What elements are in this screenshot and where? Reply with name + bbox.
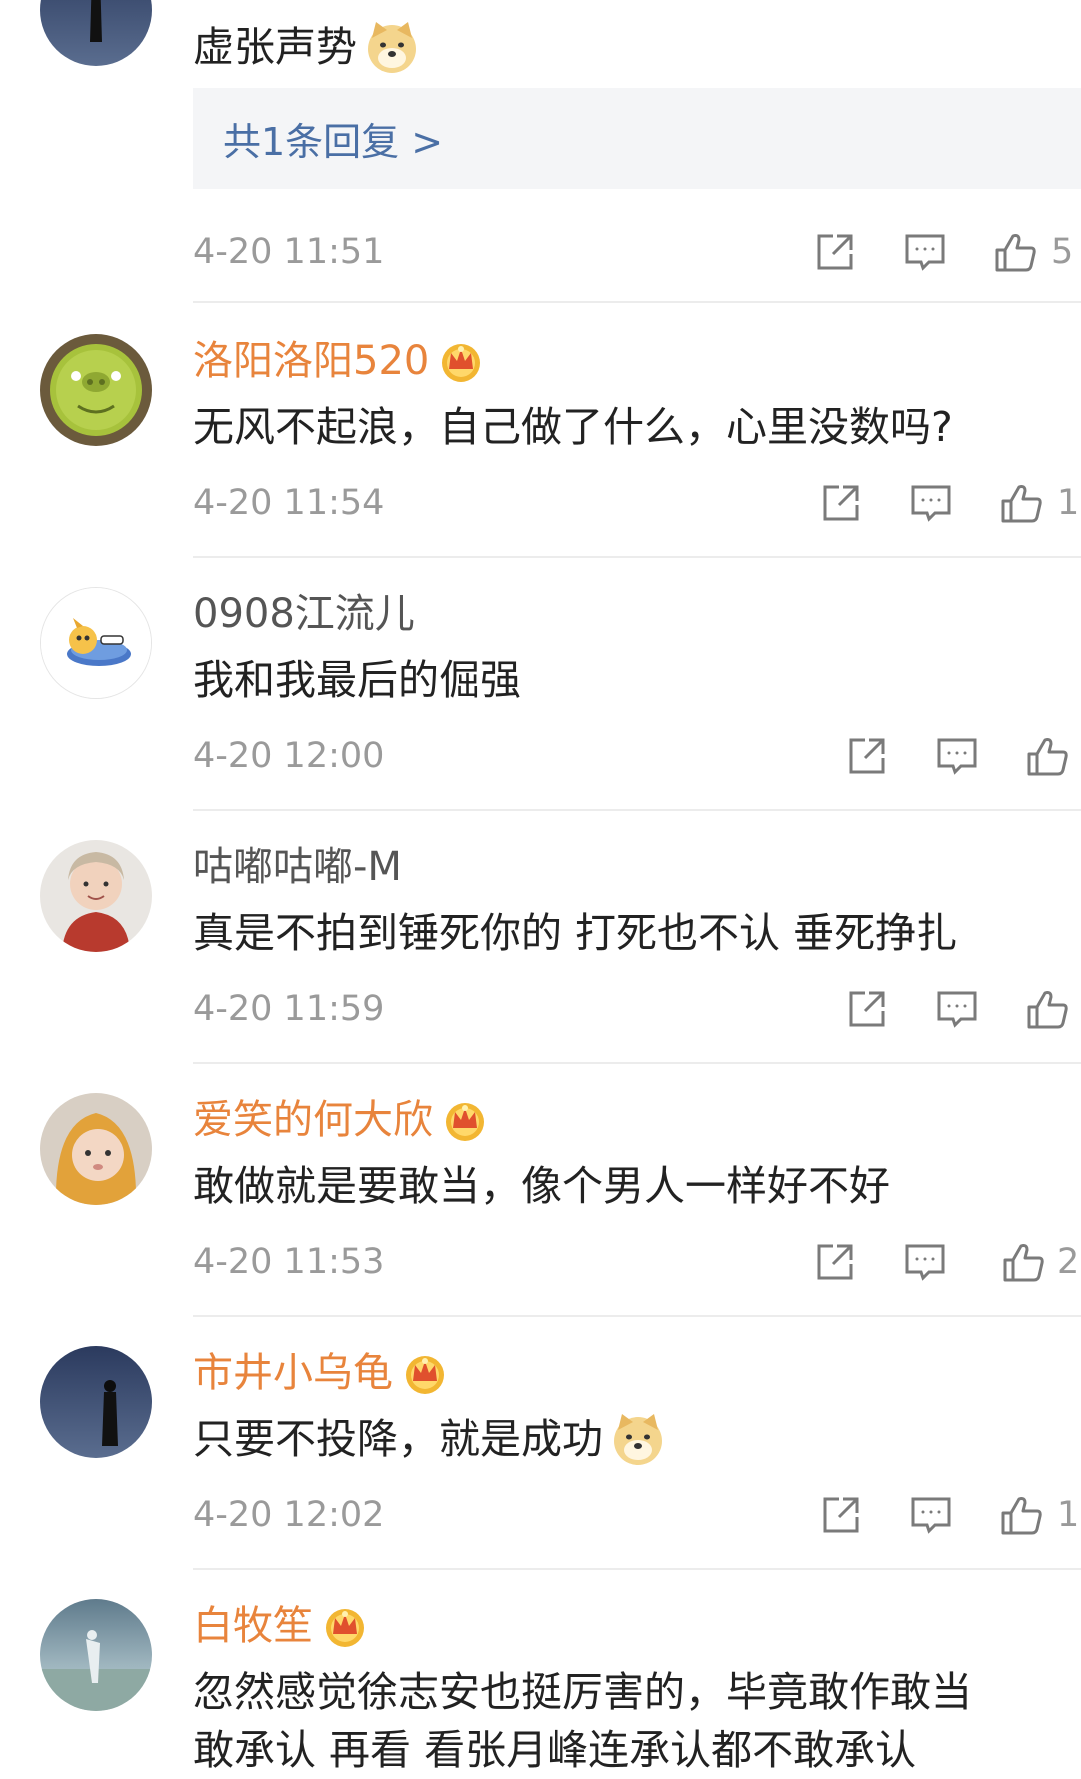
doge-emoji [363, 18, 421, 76]
comment-text: 忽然感觉徐志安也挺厉害的，毕竟敢作敢当 [193, 1663, 972, 1721]
comment-time: 4-20 11:51 [193, 232, 385, 272]
divider [193, 1062, 1081, 1064]
comment-header: 爱笑的何大欣 [193, 1092, 487, 1148]
comment-time: 4-20 12:02 [193, 1495, 385, 1535]
comment-text: 敢做就是要敢当，像个男人一样好不好 [193, 1157, 890, 1215]
comment-icon[interactable] [909, 481, 953, 525]
comment-text-content: 无风不起浪，自己做了什么，心里没数吗? [193, 403, 953, 451]
comment-text-content: 我和我最后的倔强 [193, 656, 521, 704]
like-icon[interactable] [999, 1493, 1043, 1537]
view-replies-link[interactable]: 共1条回复 > [223, 111, 443, 166]
comment-text-content: 敢承认 再看 看张月峰连承认都不敢承认 [193, 1726, 917, 1774]
divider [193, 301, 1081, 303]
comment-text-line2: 敢承认 再看 看张月峰连承认都不敢承认 [193, 1721, 916, 1779]
avatar[interactable] [40, 334, 152, 446]
share-icon[interactable] [819, 1493, 863, 1537]
comment-meta: 4-20 12:00 [193, 731, 1081, 781]
avatar[interactable] [40, 840, 152, 952]
comment-icon[interactable] [935, 734, 979, 778]
avatar[interactable] [40, 1599, 152, 1711]
comment-header: 白牧笙 [193, 1598, 367, 1654]
vip-crown-icon [403, 1351, 447, 1395]
avatar[interactable] [40, 587, 152, 699]
comment-meta: 4-20 12:02 1 [193, 1490, 1081, 1540]
username[interactable]: 市井小乌龟 [193, 1345, 393, 1401]
comment-text: 我和我最后的倔强 [193, 651, 521, 709]
like-icon[interactable] [1025, 734, 1069, 778]
comment-text-content: 真是不拍到锤死你的 打死也不认 垂死挣扎 [193, 909, 958, 957]
avatar[interactable] [40, 1093, 152, 1205]
like-icon[interactable] [993, 230, 1037, 274]
comment-time: 4-20 12:00 [193, 736, 385, 776]
share-icon[interactable] [845, 734, 889, 778]
comment-text-content: 虚张声势 [193, 23, 357, 71]
avatar[interactable] [40, 1346, 152, 1458]
comment-meta: 4-20 11:51 5 [193, 227, 1081, 277]
comment-time: 4-20 11:53 [193, 1242, 385, 1282]
share-icon[interactable] [819, 481, 863, 525]
comment-header: 市井小乌龟 [193, 1345, 447, 1401]
comment-text-content: 敢做就是要敢当，像个男人一样好不好 [193, 1162, 890, 1210]
comment-header: 0908江流儿 [193, 586, 415, 642]
share-icon[interactable] [845, 987, 889, 1031]
comment-list: 虚张声势 共1条回复 > 4-20 11:51 5 洛阳洛阳520 无风不起浪，… [0, 0, 1081, 1774]
comment-icon[interactable] [903, 230, 947, 274]
comment-header: 洛阳洛阳520 [193, 333, 483, 389]
comment-meta: 4-20 11:53 2 [193, 1237, 1081, 1287]
comment-time: 4-20 11:59 [193, 989, 385, 1029]
username[interactable]: 咕嘟咕嘟-M [193, 839, 402, 895]
comment-header: 咕嘟咕嘟-M [193, 839, 402, 895]
like-count: 5 [1051, 232, 1074, 272]
reply-box[interactable]: 共1条回复 > [193, 88, 1081, 189]
comment-text-content: 只要不投降，就是成功 [193, 1415, 603, 1463]
comment-time: 4-20 11:54 [193, 483, 385, 523]
like-icon[interactable] [999, 481, 1043, 525]
vip-crown-icon [323, 1604, 367, 1648]
comment-text-content: 忽然感觉徐志安也挺厉害的，毕竟敢作敢当 [193, 1668, 972, 1716]
username[interactable]: 0908江流儿 [193, 586, 415, 642]
divider [193, 1315, 1081, 1317]
divider [193, 556, 1081, 558]
vip-crown-icon [443, 1098, 487, 1142]
like-count: 1 [1057, 483, 1080, 523]
vip-crown-icon [439, 339, 483, 383]
avatar[interactable] [40, 0, 152, 66]
share-icon[interactable] [813, 1240, 857, 1284]
username[interactable]: 爱笑的何大欣 [193, 1092, 433, 1148]
like-icon[interactable] [1025, 987, 1069, 1031]
comment-text: 虚张声势 [193, 18, 421, 76]
username[interactable]: 白牧笙 [193, 1598, 313, 1654]
comment-icon[interactable] [903, 1240, 947, 1284]
comment-meta: 4-20 11:59 [193, 984, 1081, 1034]
divider [193, 809, 1081, 811]
share-icon[interactable] [813, 230, 857, 274]
comment-icon[interactable] [935, 987, 979, 1031]
comment-text: 只要不投降，就是成功 [193, 1410, 667, 1468]
doge-emoji [609, 1410, 667, 1468]
like-count: 2 [1057, 1242, 1080, 1282]
like-icon[interactable] [1001, 1240, 1045, 1284]
comment-icon[interactable] [909, 1493, 953, 1537]
username[interactable]: 洛阳洛阳520 [193, 333, 429, 389]
comment-meta: 4-20 11:54 1 [193, 478, 1081, 528]
like-count: 1 [1057, 1495, 1080, 1535]
comment-text: 无风不起浪，自己做了什么，心里没数吗? [193, 398, 953, 456]
divider [193, 1568, 1081, 1570]
comment-text: 真是不拍到锤死你的 打死也不认 垂死挣扎 [193, 904, 957, 962]
